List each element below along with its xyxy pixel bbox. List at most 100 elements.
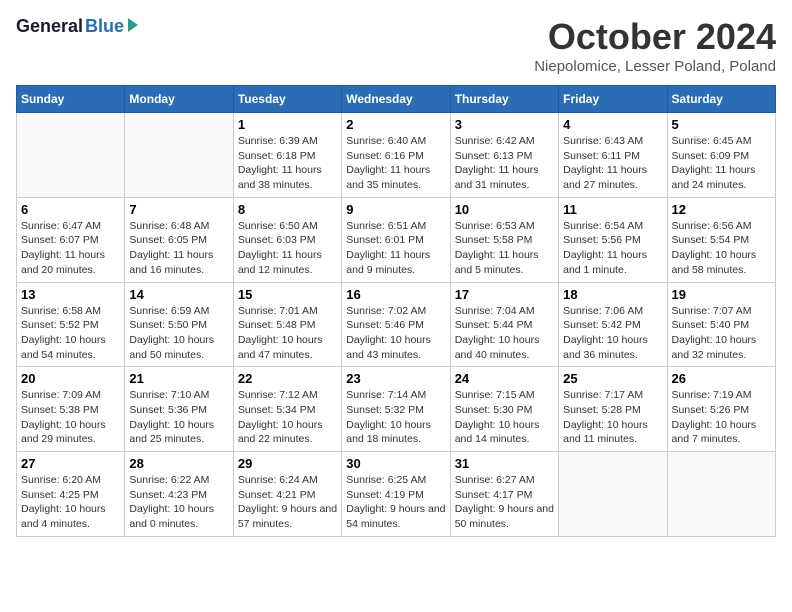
day-number: 11	[563, 202, 662, 217]
day-number: 9	[346, 202, 445, 217]
day-number: 7	[129, 202, 228, 217]
calendar-cell: 10 Sunrise: 6:53 AMSunset: 5:58 PMDayligh…	[450, 197, 558, 282]
day-header-sunday: Sunday	[17, 86, 125, 113]
day-number: 21	[129, 371, 228, 386]
day-info: Sunrise: 6:50 AMSunset: 6:03 PMDaylight:…	[238, 219, 337, 278]
day-number: 22	[238, 371, 337, 386]
calendar-cell	[125, 113, 233, 198]
calendar-cell: 8 Sunrise: 6:50 AMSunset: 6:03 PMDaylight…	[233, 197, 341, 282]
day-number: 26	[672, 371, 771, 386]
calendar-cell: 13Sunrise: 6:58 AMSunset: 5:52 PMDayligh…	[17, 282, 125, 367]
calendar-cell: 29 Sunrise: 6:24 AMSunset: 4:21 PMDayligh…	[233, 452, 341, 537]
calendar-cell: 22 Sunrise: 7:12 AMSunset: 5:34 PMDayligh…	[233, 367, 341, 452]
day-info: Sunrise: 7:07 AMSunset: 5:40 PMDaylight:…	[672, 304, 771, 363]
logo: General Blue	[16, 16, 138, 37]
calendar-week-row: 13Sunrise: 6:58 AMSunset: 5:52 PMDayligh…	[17, 282, 776, 367]
day-info: Sunrise: 6:51 AMSunset: 6:01 PMDaylight:…	[346, 219, 445, 278]
calendar-cell: 24 Sunrise: 7:15 AMSunset: 5:30 PMDayligh…	[450, 367, 558, 452]
calendar-cell: 19 Sunrise: 7:07 AMSunset: 5:40 PMDayligh…	[667, 282, 775, 367]
logo-blue-text: Blue	[85, 16, 124, 37]
day-header-wednesday: Wednesday	[342, 86, 450, 113]
day-info: Sunrise: 7:02 AMSunset: 5:46 PMDaylight:…	[346, 304, 445, 363]
day-number: 4	[563, 117, 662, 132]
day-number: 5	[672, 117, 771, 132]
day-info: Sunrise: 7:14 AMSunset: 5:32 PMDaylight:…	[346, 388, 445, 447]
day-number: 16	[346, 287, 445, 302]
calendar-cell: 3Sunrise: 6:42 AMSunset: 6:13 PMDaylight…	[450, 113, 558, 198]
logo-general-text: General	[16, 16, 83, 37]
calendar-week-row: 1 Sunrise: 6:39 AMSunset: 6:18 PMDaylight…	[17, 113, 776, 198]
day-info: Sunrise: 6:43 AMSunset: 6:11 PMDaylight:…	[563, 134, 662, 193]
page-header: General Blue October 2024 Niepolomice, L…	[16, 16, 776, 75]
calendar-header-row: SundayMondayTuesdayWednesdayThursdayFrid…	[17, 86, 776, 113]
calendar-cell: 28 Sunrise: 6:22 AMSunset: 4:23 PMDayligh…	[125, 452, 233, 537]
day-info: Sunrise: 6:24 AMSunset: 4:21 PMDaylight:…	[238, 473, 337, 532]
day-number: 27	[21, 456, 120, 471]
day-number: 13	[21, 287, 120, 302]
calendar-cell: 14Sunrise: 6:59 AMSunset: 5:50 PMDayligh…	[125, 282, 233, 367]
day-info: Sunrise: 6:48 AMSunset: 6:05 PMDaylight:…	[129, 219, 228, 278]
day-info: Sunrise: 7:19 AMSunset: 5:26 PMDaylight:…	[672, 388, 771, 447]
calendar-cell: 27Sunrise: 6:20 AMSunset: 4:25 PMDayligh…	[17, 452, 125, 537]
day-number: 8	[238, 202, 337, 217]
day-number: 15	[238, 287, 337, 302]
calendar-cell	[667, 452, 775, 537]
day-number: 24	[455, 371, 554, 386]
day-number: 23	[346, 371, 445, 386]
calendar-week-row: 20 Sunrise: 7:09 AMSunset: 5:38 PMDayligh…	[17, 367, 776, 452]
calendar-cell: 18Sunrise: 7:06 AMSunset: 5:42 PMDayligh…	[559, 282, 667, 367]
day-number: 30	[346, 456, 445, 471]
day-info: Sunrise: 7:01 AMSunset: 5:48 PMDaylight:…	[238, 304, 337, 363]
day-number: 20	[21, 371, 120, 386]
location-text: Niepolomice, Lesser Poland, Poland	[534, 58, 776, 75]
calendar-cell: 9 Sunrise: 6:51 AMSunset: 6:01 PMDaylight…	[342, 197, 450, 282]
day-header-monday: Monday	[125, 86, 233, 113]
calendar-cell: 5 Sunrise: 6:45 AMSunset: 6:09 PMDaylight…	[667, 113, 775, 198]
calendar-cell: 12 Sunrise: 6:56 AMSunset: 5:54 PMDayligh…	[667, 197, 775, 282]
day-info: Sunrise: 6:47 AMSunset: 6:07 PMDaylight:…	[21, 219, 120, 278]
calendar-cell: 31 Sunrise: 6:27 AMSunset: 4:17 PMDayligh…	[450, 452, 558, 537]
day-number: 18	[563, 287, 662, 302]
calendar-cell: 11 Sunrise: 6:54 AMSunset: 5:56 PMDayligh…	[559, 197, 667, 282]
day-info: Sunrise: 6:40 AMSunset: 6:16 PMDaylight:…	[346, 134, 445, 193]
day-info: Sunrise: 7:04 AMSunset: 5:44 PMDaylight:…	[455, 304, 554, 363]
day-number: 31	[455, 456, 554, 471]
day-info: Sunrise: 6:53 AMSunset: 5:58 PMDaylight:…	[455, 219, 554, 278]
calendar-cell: 2Sunrise: 6:40 AMSunset: 6:16 PMDaylight…	[342, 113, 450, 198]
day-info: Sunrise: 6:27 AMSunset: 4:17 PMDaylight:…	[455, 473, 554, 532]
day-info: Sunrise: 6:39 AMSunset: 6:18 PMDaylight:…	[238, 134, 337, 193]
calendar-week-row: 27Sunrise: 6:20 AMSunset: 4:25 PMDayligh…	[17, 452, 776, 537]
calendar-cell: 26 Sunrise: 7:19 AMSunset: 5:26 PMDayligh…	[667, 367, 775, 452]
day-number: 12	[672, 202, 771, 217]
day-info: Sunrise: 7:15 AMSunset: 5:30 PMDaylight:…	[455, 388, 554, 447]
day-number: 6	[21, 202, 120, 217]
day-header-tuesday: Tuesday	[233, 86, 341, 113]
calendar-body: 1 Sunrise: 6:39 AMSunset: 6:18 PMDaylight…	[17, 113, 776, 537]
month-title: October 2024	[534, 16, 776, 58]
day-number: 1	[238, 117, 337, 132]
day-header-saturday: Saturday	[667, 86, 775, 113]
day-info: Sunrise: 6:45 AMSunset: 6:09 PMDaylight:…	[672, 134, 771, 193]
calendar-cell: 4 Sunrise: 6:43 AMSunset: 6:11 PMDaylight…	[559, 113, 667, 198]
day-info: Sunrise: 6:56 AMSunset: 5:54 PMDaylight:…	[672, 219, 771, 278]
calendar-cell: 20 Sunrise: 7:09 AMSunset: 5:38 PMDayligh…	[17, 367, 125, 452]
calendar-cell: 17 Sunrise: 7:04 AMSunset: 5:44 PMDayligh…	[450, 282, 558, 367]
day-number: 28	[129, 456, 228, 471]
calendar-cell: 21Sunrise: 7:10 AMSunset: 5:36 PMDayligh…	[125, 367, 233, 452]
day-number: 29	[238, 456, 337, 471]
day-info: Sunrise: 7:17 AMSunset: 5:28 PMDaylight:…	[563, 388, 662, 447]
logo-arrow-icon	[128, 18, 138, 32]
calendar-cell: 23 Sunrise: 7:14 AMSunset: 5:32 PMDayligh…	[342, 367, 450, 452]
day-info: Sunrise: 7:09 AMSunset: 5:38 PMDaylight:…	[21, 388, 120, 447]
day-info: Sunrise: 6:42 AMSunset: 6:13 PMDaylight:…	[455, 134, 554, 193]
calendar-table: SundayMondayTuesdayWednesdayThursdayFrid…	[16, 85, 776, 537]
day-info: Sunrise: 6:54 AMSunset: 5:56 PMDaylight:…	[563, 219, 662, 278]
day-info: Sunrise: 6:22 AMSunset: 4:23 PMDaylight:…	[129, 473, 228, 532]
day-number: 19	[672, 287, 771, 302]
calendar-cell: 7 Sunrise: 6:48 AMSunset: 6:05 PMDaylight…	[125, 197, 233, 282]
day-info: Sunrise: 6:25 AMSunset: 4:19 PMDaylight:…	[346, 473, 445, 532]
day-info: Sunrise: 7:12 AMSunset: 5:34 PMDaylight:…	[238, 388, 337, 447]
day-number: 14	[129, 287, 228, 302]
day-number: 10	[455, 202, 554, 217]
day-number: 17	[455, 287, 554, 302]
